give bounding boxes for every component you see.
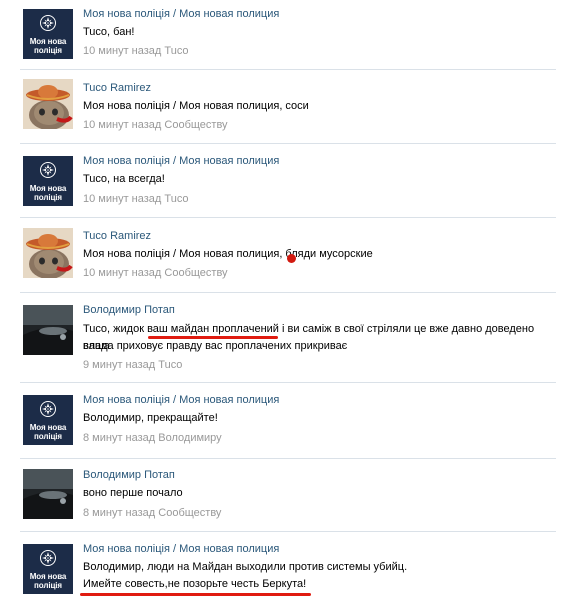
comment-author[interactable]: Володимир Потап (83, 469, 175, 481)
avatar[interactable]: Моя нова поліція (23, 544, 73, 594)
avatar-label-line2: поліція (34, 581, 62, 590)
avatar[interactable] (23, 79, 73, 129)
comment-reply-to[interactable]: Володимиру (158, 432, 221, 444)
comment-item: Моя нова поліція Моя нова поліція / Моя … (0, 144, 574, 218)
comment-text: Tuco, бан! (83, 26, 135, 38)
comment-text-line1: Володимир, люди на Майдан выходили проти… (83, 561, 408, 573)
avatar-label-line1: Моя нова (29, 572, 67, 581)
car-avatar-icon (23, 469, 73, 519)
comment-reply-to[interactable]: Tuco (164, 193, 188, 205)
comment-meta: 10 минут назад Tuco (83, 45, 188, 57)
comment-time[interactable]: 9 минут назад (83, 359, 155, 371)
avatar[interactable]: Моя нова поліція (23, 395, 73, 445)
avatar-label-line2: поліція (34, 46, 62, 55)
comment-text: Моя нова поліція / Моя новая полиция, со… (83, 100, 309, 112)
comment-item: Tuco Ramirez Моя нова поліція / Моя нова… (0, 218, 574, 293)
red-mark (287, 254, 296, 263)
comment-item: Володимир Потап воно перше почало 8 мину… (0, 459, 574, 532)
comment-text: Tuco, на всегда! (83, 173, 165, 185)
cat-avatar-icon (23, 79, 73, 129)
comment-reply-to[interactable]: Tuco (164, 45, 188, 57)
comment-author[interactable]: Володимир Потап (83, 304, 175, 316)
comment-author[interactable]: Моя нова поліція / Моя новая полиция (83, 155, 279, 167)
comment-author[interactable]: Моя нова поліція / Моя новая полиция (83, 543, 279, 555)
comment-item: Моя нова поліція Моя нова поліція / Моя … (0, 532, 574, 601)
avatar-label-line2: поліція (34, 432, 62, 441)
avatar-label-line2: поліція (34, 193, 62, 202)
comment-item: Tuco Ramirez Моя нова поліція / Моя нова… (0, 70, 574, 144)
comment-meta: 8 минут назад Володимиру (83, 432, 222, 444)
avatar[interactable] (23, 228, 73, 278)
comment-reply-to[interactable]: Сообществу (164, 119, 227, 131)
comment-text: воно перше почало (83, 487, 183, 499)
comment-reply-to[interactable]: Сообществу (158, 507, 221, 519)
comment-meta: 8 минут назад Сообществу (83, 507, 221, 519)
comment-item: Моя нова поліція Моя нова поліція / Моя … (0, 0, 574, 70)
comment-time[interactable]: 10 минут назад (83, 267, 161, 279)
comment-time[interactable]: 8 минут назад (83, 432, 155, 444)
comment-text: Володимир, прекращайте! (83, 412, 218, 424)
comment-meta: 10 минут назад Сообществу (83, 267, 228, 279)
comment-time[interactable]: 8 минут назад (83, 507, 155, 519)
comment-reply-to[interactable]: Сообществу (164, 267, 227, 279)
comment-meta: 10 минут назад Сообществу (83, 119, 228, 131)
avatar-label-line1: Моя нова (29, 37, 67, 46)
avatar[interactable]: Моя нова поліція (23, 156, 73, 206)
highlight-underline (80, 593, 311, 596)
comment-author[interactable]: Моя нова поліція / Моя новая полиция (83, 8, 279, 20)
comment-author[interactable]: Моя нова поліція / Моя новая полиция (83, 394, 279, 406)
comment-meta: 10 минут назад Tuco (83, 193, 188, 205)
comment-author[interactable]: Tuco Ramirez (83, 82, 151, 94)
avatar-label-line1: Моя нова (29, 184, 67, 193)
comment-item: Моя нова поліція Моя нова поліція / Моя … (0, 383, 574, 459)
comment-author[interactable]: Tuco Ramirez (83, 230, 151, 242)
avatar-label-line1: Моя нова (29, 423, 67, 432)
cat-avatar-icon (23, 228, 73, 278)
comment-item: Володимир Потап Tuco, жидок ваш майдан п… (0, 293, 574, 383)
comment-time[interactable]: 10 минут назад (83, 119, 161, 131)
avatar[interactable] (23, 305, 73, 355)
comment-time[interactable]: 10 минут назад (83, 45, 161, 57)
car-avatar-icon (23, 305, 73, 355)
comment-meta: 9 минут назад Tuco (83, 359, 182, 371)
avatar[interactable] (23, 469, 73, 519)
comment-text: Моя нова поліція / Моя новая полиция, бл… (83, 248, 373, 260)
comment-reply-to[interactable]: Tuco (158, 359, 182, 371)
avatar[interactable]: Моя нова поліція (23, 9, 73, 59)
comment-text-line2: Имейте совесть,не позорьте честь Беркута… (83, 578, 307, 590)
comment-text-line2: влада приховує правду вас проплачених пр… (83, 340, 348, 352)
comment-time[interactable]: 10 минут назад (83, 193, 161, 205)
